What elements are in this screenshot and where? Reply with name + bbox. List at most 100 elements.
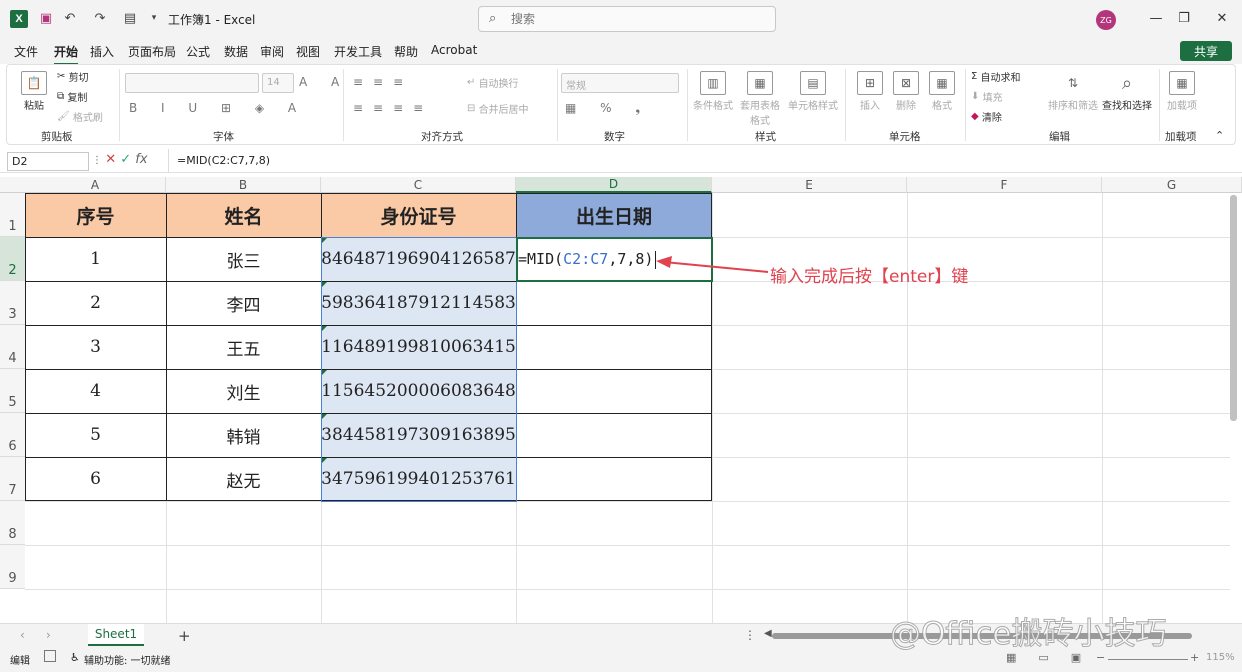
tab-data[interactable]: 数据: [224, 43, 248, 60]
column-header-b[interactable]: B: [166, 177, 321, 193]
form-icon[interactable]: ▤: [122, 10, 138, 26]
font-family-select[interactable]: [125, 73, 259, 93]
autosum-button[interactable]: Σ 自动求和: [971, 69, 1021, 84]
vertical-scrollbar[interactable]: [1230, 193, 1238, 623]
vertical-align-icons[interactable]: ≡≡≡: [353, 75, 413, 89]
minimize-icon[interactable]: —: [1148, 10, 1164, 26]
font-grow-shrink-icon[interactable]: A A: [299, 75, 349, 89]
row-header-3[interactable]: 3: [0, 281, 25, 325]
search-icon: ⌕: [1121, 72, 1133, 94]
customize-qat-icon[interactable]: ▾: [146, 10, 162, 26]
search-input[interactable]: [511, 10, 761, 28]
tab-help[interactable]: 帮助: [394, 43, 418, 60]
status-mode: 编辑: [10, 656, 30, 667]
fill-button[interactable]: ⬇ 填充: [971, 89, 1003, 104]
save-icon[interactable]: ▣: [38, 10, 54, 26]
tab-home[interactable]: 开始: [54, 43, 79, 65]
zoom-level[interactable]: 115%: [1206, 652, 1235, 663]
avatar[interactable]: ZG: [1096, 10, 1116, 30]
column-header-c[interactable]: C: [321, 177, 516, 193]
add-sheet-icon[interactable]: +: [178, 627, 191, 645]
column-header-a[interactable]: A: [25, 177, 166, 193]
table-icon: ▦: [747, 71, 773, 95]
more-icon[interactable]: ⋮: [744, 628, 756, 642]
row-header-4[interactable]: 4: [0, 325, 25, 369]
group-label-editing: 编辑: [1049, 131, 1070, 143]
tab-page-layout[interactable]: 页面布局: [128, 43, 176, 60]
column-header-e[interactable]: E: [712, 177, 907, 193]
formula-actions: ⋮ ✕ ✓ fx: [92, 152, 148, 167]
row-header-1[interactable]: 1: [0, 193, 25, 237]
cell-styles-button[interactable]: ▤ 单元格样式: [787, 71, 839, 112]
cut-button[interactable]: ✂ 剪切: [57, 69, 89, 84]
macro-record-icon[interactable]: [44, 650, 56, 662]
format-as-table-button[interactable]: ▦ 套用表格格式: [737, 71, 783, 127]
zoom-slider[interactable]: [1108, 659, 1188, 660]
worksheet-grid[interactable]: A B C D E F G 1 2 3 4 5 6 7 8 9 序号 姓名 身份…: [0, 177, 1242, 623]
paste-button[interactable]: 📋 粘贴: [17, 71, 51, 112]
column-header-g[interactable]: G: [1102, 177, 1242, 193]
copy-button[interactable]: ⧉ 复制: [57, 89, 87, 104]
scroll-left-icon[interactable]: ◀: [764, 628, 772, 639]
row-header-5[interactable]: 5: [0, 369, 25, 413]
name-box[interactable]: D2: [7, 152, 89, 171]
format-cells-icon: ▦: [929, 71, 955, 95]
enter-icon[interactable]: ✓: [120, 152, 131, 167]
divider: [557, 69, 558, 141]
format-cells-button[interactable]: ▦ 格式: [925, 71, 959, 112]
accessibility-icon[interactable]: ♿: [70, 651, 80, 664]
accessibility-status[interactable]: 辅助功能: 一切就绪: [84, 652, 171, 667]
tab-formulas[interactable]: 公式: [186, 43, 210, 60]
find-select-button[interactable]: ⌕ 查找和选择: [1101, 71, 1153, 113]
formula-bar: D2 ⋮ ✕ ✓ fx =MID(C2:C7,7,8): [0, 149, 1242, 173]
prev-sheet-icon[interactable]: ‹: [20, 628, 25, 642]
formula-input[interactable]: =MID(C2:C7,7,8): [168, 149, 1228, 173]
column-header-d[interactable]: D: [516, 177, 712, 193]
sort-filter-button[interactable]: ⇅ 排序和筛选: [1047, 71, 1099, 112]
merge-center-button[interactable]: ⊟ 合并后居中: [467, 101, 529, 116]
autosum-label: 自动求和: [980, 73, 1021, 84]
eraser-icon: ◆: [971, 111, 982, 122]
tab-insert[interactable]: 插入: [90, 43, 114, 60]
tab-acrobat[interactable]: Acrobat: [431, 43, 477, 57]
search-box[interactable]: ⌕: [478, 6, 776, 32]
row-header-9[interactable]: 9: [0, 545, 25, 589]
font-style-icons[interactable]: B I U ⊞ ◈ A: [129, 101, 306, 115]
select-all-corner[interactable]: [0, 177, 25, 193]
close-icon[interactable]: ✕: [1214, 10, 1230, 26]
group-label-styles: 样式: [755, 131, 776, 143]
tab-developer[interactable]: 开发工具: [334, 43, 382, 60]
insert-function-icon[interactable]: fx: [135, 152, 147, 167]
delete-cells-button[interactable]: ⊠ 删除: [889, 71, 923, 112]
sheet-tab[interactable]: Sheet1: [88, 624, 144, 646]
column-header-f[interactable]: F: [907, 177, 1102, 193]
scrollbar-thumb[interactable]: [1230, 195, 1237, 421]
divider: [687, 69, 688, 141]
number-format-select[interactable]: 常规: [561, 73, 679, 93]
redo-icon[interactable]: ↷: [92, 10, 108, 26]
addins-button[interactable]: ▦ 加载项: [1167, 71, 1197, 112]
row-header-2[interactable]: 2: [0, 237, 25, 281]
next-sheet-icon[interactable]: ›: [46, 628, 51, 642]
share-button[interactable]: 共享: [1180, 41, 1232, 61]
horizontal-align-icons[interactable]: ≡≡≡≡: [353, 101, 433, 115]
undo-icon[interactable]: ↶: [62, 10, 78, 26]
tab-view[interactable]: 视图: [296, 43, 320, 60]
zoom-in-icon[interactable]: +: [1190, 651, 1199, 664]
restore-icon[interactable]: ❐: [1176, 10, 1192, 26]
format-painter-button[interactable]: 🖌 格式刷: [57, 109, 103, 124]
row-header-7[interactable]: 7: [0, 457, 25, 501]
tab-file[interactable]: 文件: [14, 43, 38, 60]
clear-button[interactable]: ◆ 清除: [971, 109, 1002, 124]
row-header-8[interactable]: 8: [0, 501, 25, 545]
cancel-icon[interactable]: ✕: [105, 152, 116, 167]
row-header-6[interactable]: 6: [0, 413, 25, 457]
conditional-format-button[interactable]: ▥ 条件格式: [691, 71, 735, 112]
number-format-icons[interactable]: ▦ % ❟: [565, 101, 650, 116]
collapse-ribbon-icon[interactable]: ⌃: [1215, 129, 1224, 142]
font-size-select[interactable]: 14: [262, 73, 294, 93]
tab-review[interactable]: 审阅: [260, 43, 284, 60]
group-label-clipboard: 剪贴板: [41, 131, 73, 143]
wrap-text-button[interactable]: ↵ 自动换行: [467, 75, 519, 90]
insert-cells-button[interactable]: ⊞ 插入: [853, 71, 887, 112]
